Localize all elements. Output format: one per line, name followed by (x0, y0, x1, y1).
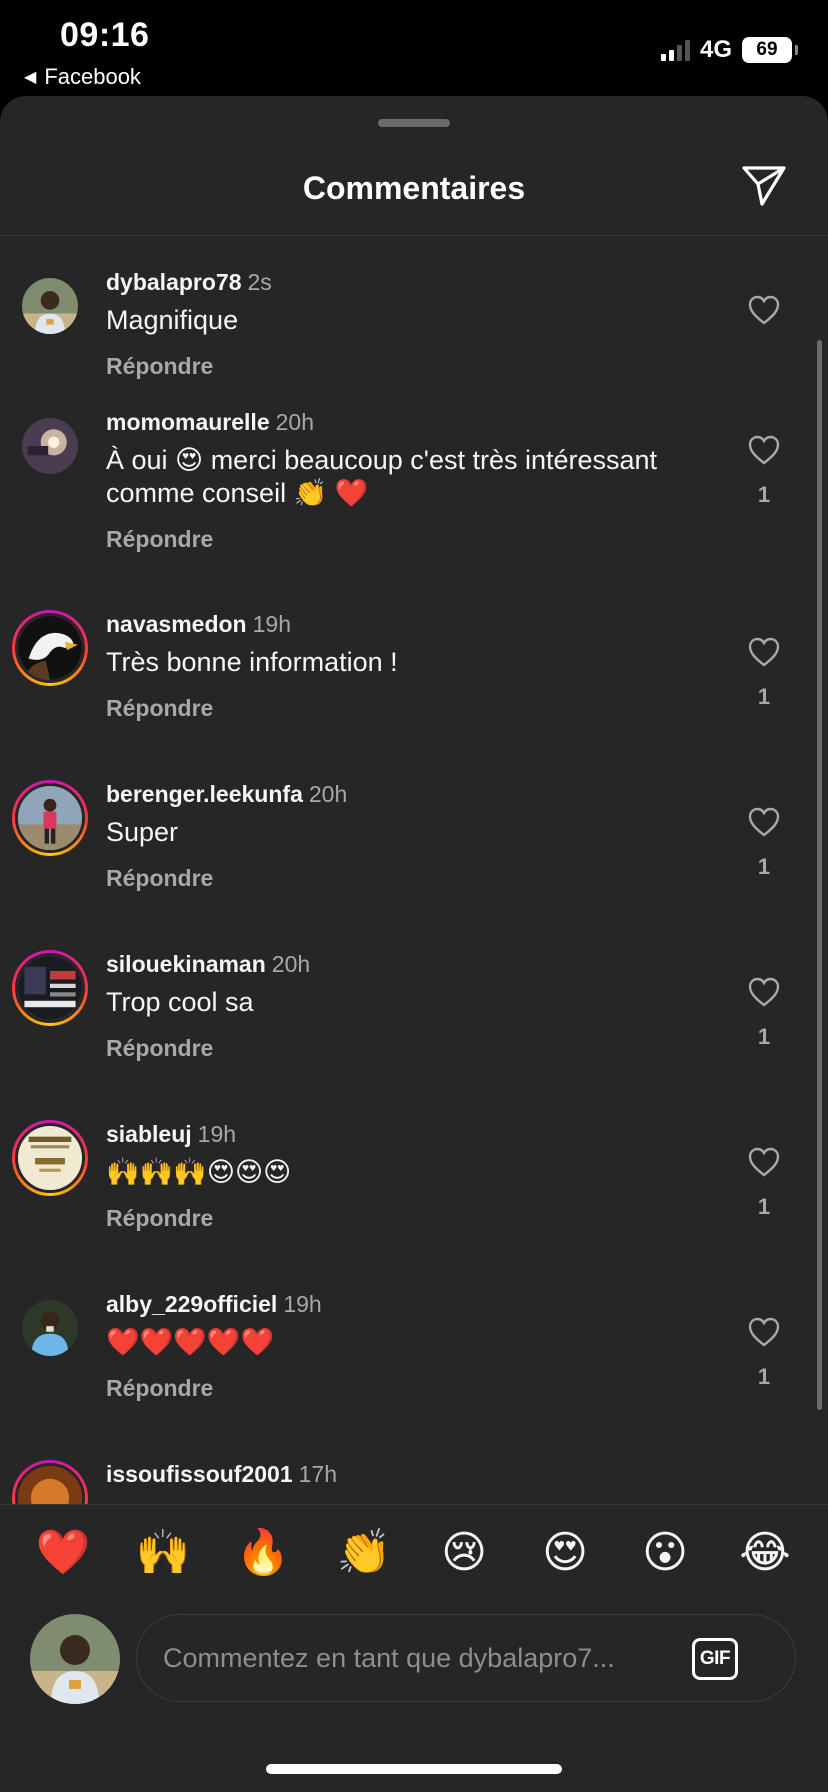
reply-button[interactable]: Répondre (106, 1375, 728, 1402)
reaction-heart-button[interactable]: ❤️ (33, 1527, 93, 1579)
network-type: 4G (699, 36, 732, 63)
heart-icon (748, 435, 780, 465)
like-count: 1 (757, 684, 771, 709)
battery-level: 69 (756, 39, 778, 60)
paper-plane-icon (742, 166, 786, 206)
comment-text: 🙌🙌🙌😍😍😍 (106, 1157, 292, 1187)
status-bar: 09:16 ◀ Facebook 4G 69 (0, 0, 828, 96)
comment-time: 17h (298, 1461, 338, 1487)
avatar[interactable] (12, 1120, 88, 1196)
comment-text: ❤️❤️❤️❤️❤️ (106, 1327, 275, 1357)
status-indicators: 4G 69 (660, 36, 798, 64)
reply-button[interactable]: Répondre (106, 353, 728, 380)
heart-icon (748, 295, 780, 325)
like-button[interactable]: 1 (740, 1146, 788, 1220)
comment-time: 20h (271, 951, 311, 977)
comment-text: Très bonne information ! (106, 647, 398, 677)
comment-text: À oui 😍 merci beaucoup c'est très intére… (106, 445, 658, 508)
like-count: 1 (757, 482, 771, 507)
comment-username[interactable]: navasmedon (106, 611, 247, 637)
avatar[interactable] (12, 950, 88, 1026)
like-count: 1 (757, 854, 771, 879)
back-triangle-icon: ◀ (24, 69, 37, 86)
quick-reactions-bar: ❤️ 🙌 🔥 👏 😢 😍 😮 😂 (0, 1504, 828, 1598)
comments-sheet: Commentaires dybalapro78 2s Magnifique Ré… (0, 96, 828, 1792)
avatar[interactable] (12, 610, 88, 686)
avatar[interactable] (12, 1460, 88, 1504)
home-indicator (266, 1764, 562, 1774)
comments-header: Commentaires (0, 136, 828, 236)
comment-text: Super (106, 817, 179, 847)
like-button[interactable]: 1 (740, 976, 788, 1050)
page-title: Commentaires (302, 170, 526, 206)
reply-button[interactable]: Répondre (106, 1035, 728, 1062)
reply-button[interactable]: Répondre (106, 1205, 728, 1232)
comment-time: 20h (308, 781, 348, 807)
comment-username[interactable]: momomaurelle (106, 409, 270, 435)
heart-icon (748, 1317, 780, 1347)
comment-composer: GIF (0, 1606, 828, 1706)
like-count: 1 (757, 1024, 771, 1049)
reaction-raised-hands-button[interactable]: 🙌 (133, 1527, 193, 1579)
sheet-grabber-handle[interactable] (378, 119, 450, 127)
comment-time: 19h (197, 1121, 237, 1147)
reply-button[interactable]: Répondre (106, 865, 728, 892)
comment-time: 2s (247, 269, 272, 295)
reaction-fire-button[interactable]: 🔥 (233, 1527, 293, 1579)
reply-button[interactable]: Répondre (106, 526, 728, 553)
like-button[interactable]: 1 (740, 434, 788, 508)
comments-list[interactable]: dybalapro78 2s Magnifique Répondre momoma… (0, 238, 828, 1504)
avatar[interactable] (12, 1290, 88, 1366)
comment-time: 19h (283, 1291, 322, 1317)
battery-icon: 69 (742, 37, 798, 63)
gif-button[interactable]: GIF (692, 1638, 738, 1680)
heart-icon (748, 977, 780, 1007)
heart-icon (748, 807, 780, 837)
comment-username[interactable]: silouekinaman (106, 951, 266, 977)
like-button[interactable]: 1 (740, 636, 788, 710)
reaction-laughing-button[interactable]: 😂 (735, 1527, 795, 1579)
comment-username[interactable]: dybalapro78 (106, 269, 242, 295)
reaction-heart-eyes-button[interactable]: 😍 (535, 1527, 595, 1579)
comment-text: Magnifique (106, 305, 239, 335)
comment-text: Trop cool sa (106, 987, 254, 1017)
back-app-label: Facebook (44, 64, 141, 89)
avatar[interactable] (12, 408, 88, 484)
current-user-avatar (30, 1614, 120, 1704)
heart-icon (748, 637, 780, 667)
scrollbar[interactable] (817, 340, 822, 1410)
comment-username[interactable]: siableuj (106, 1121, 192, 1147)
comment-time: 20h (275, 409, 314, 435)
comment-username[interactable]: issoufissouf2001 (106, 1461, 293, 1487)
like-button[interactable]: 1 (740, 806, 788, 880)
status-time: 09:16 (60, 16, 150, 54)
avatar[interactable] (12, 268, 88, 344)
like-count: 1 (757, 1194, 771, 1219)
comment-time: 19h (252, 611, 291, 637)
like-button[interactable] (740, 294, 788, 326)
comment-username[interactable]: berenger.leekunfa (106, 781, 303, 807)
comment-username[interactable]: alby_229officiel (106, 1291, 277, 1317)
avatar[interactable] (12, 780, 88, 856)
like-button[interactable]: 1 (740, 1316, 788, 1390)
reply-button[interactable]: Répondre (106, 695, 728, 722)
like-count: 1 (757, 1364, 771, 1389)
reaction-crying-button[interactable]: 😢 (434, 1527, 494, 1579)
signal-strength-icon (660, 39, 690, 61)
share-send-button[interactable] (740, 162, 788, 210)
back-to-app-button[interactable]: ◀ Facebook (24, 64, 141, 90)
reaction-surprised-button[interactable]: 😮 (635, 1527, 695, 1579)
heart-icon (748, 1147, 780, 1177)
reaction-clap-button[interactable]: 👏 (334, 1527, 394, 1579)
